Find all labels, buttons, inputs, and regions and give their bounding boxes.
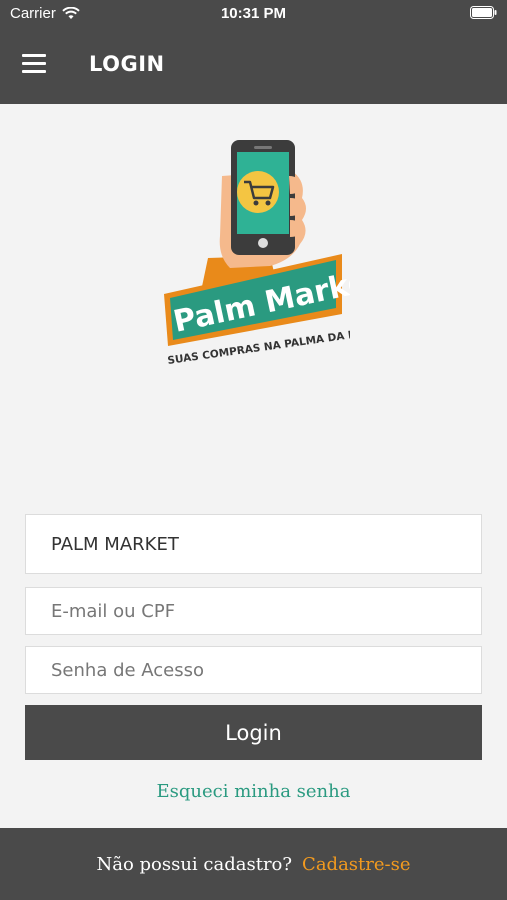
footer-bar: Não possui cadastro? Cadastre-se <box>0 828 507 900</box>
email-field[interactable] <box>51 588 481 634</box>
page-title: LOGIN <box>89 52 165 76</box>
login-button[interactable]: Login <box>25 705 482 760</box>
signup-question: Não possui cadastro? <box>96 853 293 875</box>
battery-icon <box>470 6 497 23</box>
clock: 10:31 PM <box>220 5 287 22</box>
password-field[interactable] <box>51 647 481 693</box>
forgot-password-link[interactable]: Esqueci minha senha <box>0 781 507 802</box>
signup-link[interactable]: Cadastre-se <box>302 854 410 875</box>
nav-bar: LOGIN <box>0 26 507 104</box>
company-name: PALM MARKET <box>51 533 179 555</box>
password-field-wrapper <box>25 646 482 694</box>
email-field-wrapper <box>25 587 482 635</box>
status-bar: Carrier 10:31 PM <box>0 0 507 26</box>
hamburger-menu-icon[interactable] <box>22 54 48 76</box>
palm-market-logo: Palm Market SUAS COMPRAS NA PALMA DA MÃO <box>160 136 385 371</box>
company-field: PALM MARKET <box>25 514 482 574</box>
